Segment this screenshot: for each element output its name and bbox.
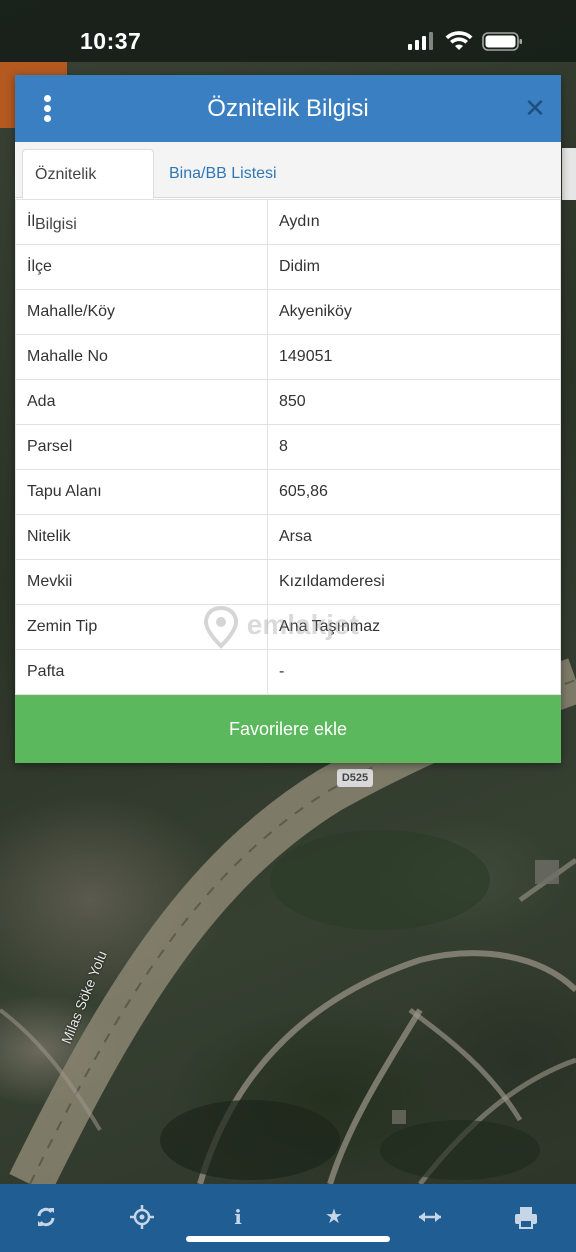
status-bar: 10:37	[0, 0, 576, 62]
row-value: Aydın	[267, 199, 561, 245]
row-value: 850	[267, 379, 561, 425]
table-row: Tapu Alanı 605,86	[15, 469, 561, 515]
measure-icon[interactable]	[415, 1202, 445, 1232]
row-key: Parsel	[15, 424, 268, 470]
row-key: Mahalle/Köy	[15, 289, 268, 335]
table-row: Mevkii Kızıldamderesi	[15, 559, 561, 605]
row-value: Arsa	[267, 514, 561, 560]
table-row: Ada 850	[15, 379, 561, 425]
row-key: Nitelik	[15, 514, 268, 560]
tab-building-list[interactable]: Bina/BB Listesi	[157, 149, 289, 199]
more-vertical-icon[interactable]	[39, 95, 55, 123]
row-value: 8	[267, 424, 561, 470]
table-row: Pafta -	[15, 649, 561, 695]
attribute-info-modal: Öznitelik Bilgisi ✕ Öznitelik Bilgisi Bi…	[15, 75, 561, 763]
locate-icon[interactable]	[127, 1202, 157, 1232]
table-row: Parsel 8	[15, 424, 561, 470]
table-row: Mahalle/Köy Akyeniköy	[15, 289, 561, 335]
table-row: İlçe Didim	[15, 244, 561, 290]
table-row: Mahalle No 149051	[15, 334, 561, 380]
print-icon[interactable]	[511, 1202, 541, 1232]
status-time: 10:37	[80, 28, 142, 54]
table-row: İl Aydın	[15, 199, 561, 245]
watermark-text: emlakjet	[246, 609, 359, 640]
modal-header: Öznitelik Bilgisi ✕	[15, 75, 561, 142]
refresh-icon[interactable]	[31, 1202, 61, 1232]
tab-attribute-info[interactable]: Öznitelik Bilgisi	[22, 149, 154, 233]
tab-bar: Öznitelik Bilgisi Bina/BB Listesi	[15, 142, 561, 233]
close-icon[interactable]: ✕	[523, 95, 547, 121]
status-icons	[406, 30, 526, 54]
table-row: Nitelik Arsa	[15, 514, 561, 560]
row-key: Mahalle No	[15, 334, 268, 380]
row-key: Tapu Alanı	[15, 469, 268, 515]
add-to-favorites-button[interactable]: Favorilere ekle	[15, 695, 561, 763]
row-value: Kızıldamderesi	[267, 559, 561, 605]
signal-icon	[408, 32, 433, 50]
watermark-logo-icon	[203, 605, 239, 649]
row-key: Ada	[15, 379, 268, 425]
watermark: emlakjet	[203, 602, 359, 649]
home-indicator[interactable]	[186, 1236, 390, 1242]
wifi-icon	[445, 31, 473, 50]
row-value: 149051	[267, 334, 561, 380]
battery-icon	[482, 32, 522, 51]
row-key: Pafta	[15, 649, 268, 695]
row-value: -	[267, 649, 561, 695]
modal-title: Öznitelik Bilgisi	[207, 95, 369, 122]
row-value: 605,86	[267, 469, 561, 515]
row-key: İlçe	[15, 244, 268, 290]
row-key: İl	[15, 199, 268, 245]
row-value: Akyeniköy	[267, 289, 561, 335]
info-icon[interactable]: i	[223, 1202, 253, 1232]
row-value: Didim	[267, 244, 561, 290]
road-badge: D525	[337, 769, 373, 787]
row-key: Mevkii	[15, 559, 268, 605]
map-edge-control	[562, 148, 576, 200]
star-icon[interactable]: ★	[319, 1202, 349, 1232]
